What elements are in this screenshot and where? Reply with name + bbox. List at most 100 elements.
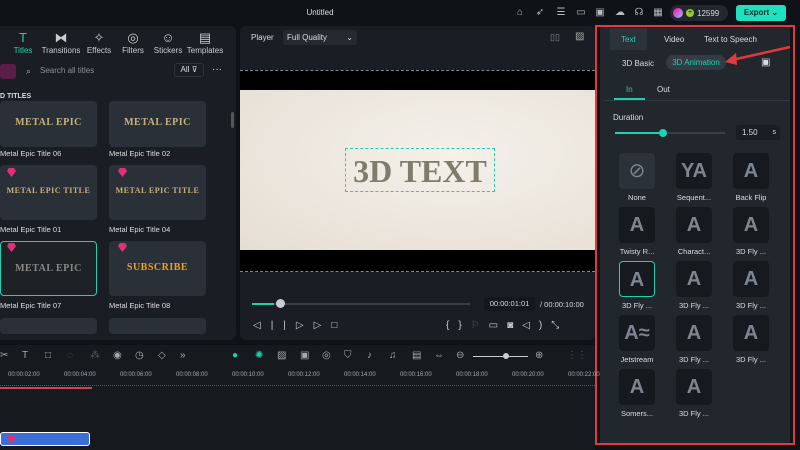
monitor-icon[interactable]: ▭ [575, 7, 587, 19]
fullscreen-icon[interactable]: ⤡ [551, 320, 568, 331]
audio-ai-icon[interactable]: ◉ [113, 350, 122, 361]
timeline: ✂ T □ ◌ ⁂ ◉ ◷ ◇ » ● ✺ ▨ ▣ ◎ ⛉ ♪ ♫ ▤ ⇔ ⊖ … [0, 345, 600, 450]
sticker-icon[interactable]: ▨ [277, 350, 286, 361]
ruler-label: 00:00:02:00 [8, 372, 40, 378]
cloud-icon[interactable]: ☁ [614, 7, 626, 19]
player-label: Player [251, 33, 274, 42]
tab-titles[interactable]: T Titles [3, 30, 43, 55]
total-time: / 00:00:10:00 [540, 300, 584, 309]
stop-icon[interactable]: □ [331, 320, 347, 331]
export-button[interactable]: Export ⌄ [736, 5, 786, 21]
ruler-label: 00:00:20:00 [512, 372, 544, 378]
display-icon[interactable]: ▭ [489, 320, 507, 331]
stickers-icon: ☺ [161, 30, 175, 45]
ruler-label: 00:00:12:00 [288, 372, 320, 378]
shield-icon[interactable]: ⛉ [344, 350, 352, 361]
tab-label: Transitions [41, 46, 81, 55]
ruler-label: 00:00:06:00 [120, 372, 152, 378]
snapshot-icon[interactable]: ◙ [507, 320, 522, 331]
scrollbar[interactable] [231, 112, 234, 128]
title-label: Metal Epic Title 01 [0, 225, 62, 234]
filter-dropdown[interactable]: All ⊽ [174, 63, 204, 77]
highlight-box [595, 25, 795, 445]
transitions-icon: ⧓ [54, 30, 68, 45]
playback-controls: ◁||▷▷□ [253, 320, 347, 331]
audio-mix-icon[interactable]: ♫ [389, 350, 397, 361]
marker-icon[interactable]: ⚐ [471, 320, 489, 331]
tab-filters[interactable]: ◎ Filters [113, 30, 153, 55]
title-thumbnail-selected[interactable]: METAL EPIC [0, 241, 97, 296]
tab-transitions[interactable]: ⧓ Transitions [41, 30, 81, 55]
ruler-label: 00:00:08:00 [176, 372, 208, 378]
tab-stickers[interactable]: ☺ Stickers [148, 30, 188, 55]
quality-dropdown[interactable]: Full Quality ⌄ [283, 30, 357, 45]
split-icon[interactable]: ✂ [0, 350, 8, 361]
tab-label: Templates [186, 46, 224, 55]
title-thumbnail[interactable]: METAL EPIC [109, 101, 206, 147]
filter-label: All [180, 65, 190, 74]
pip-icon[interactable]: ▤ [412, 350, 421, 361]
mark-out-icon[interactable]: } [458, 320, 470, 331]
tab-label: Stickers [153, 46, 183, 55]
ruler-label: 00:00:18:00 [456, 372, 488, 378]
plus-icon: + [686, 9, 694, 17]
titles-icon: T [19, 30, 27, 45]
avatar[interactable] [673, 8, 683, 18]
compare-icon[interactable]: ▯▯ [550, 32, 560, 43]
ai-title-button[interactable] [0, 64, 16, 79]
layout-icon[interactable]: ⋮⋮ [567, 350, 587, 361]
replace-icon[interactable]: ▣ [300, 350, 309, 361]
ruler-label: 00:00:14:00 [344, 372, 376, 378]
grid-icon[interactable]: ▦ [652, 7, 664, 19]
rocket-icon[interactable]: ➶ [534, 7, 546, 19]
ruler-label: 00:00:10:00 [232, 372, 264, 378]
mark-in-icon[interactable]: { [446, 320, 458, 331]
ruler-label: 00:00:04:00 [64, 372, 96, 378]
scope-icon[interactable]: ▨ [575, 31, 584, 42]
zoom-slider[interactable] [473, 356, 528, 357]
mask-icon[interactable]: ◌ [67, 350, 73, 361]
current-time[interactable]: 00:00:01:01 [484, 297, 535, 311]
zoom-slider-handle[interactable] [503, 353, 509, 359]
section-heading: D TITLES [0, 93, 32, 100]
keyframe-icon[interactable]: ◇ [158, 350, 166, 361]
crop-icon[interactable]: □ [45, 350, 51, 361]
more-icon[interactable]: ··· [212, 64, 222, 75]
gift-icon[interactable]: ⌂ [514, 7, 526, 19]
speed-icon[interactable]: ◷ [135, 350, 144, 361]
thumb-text: METAL EPIC [15, 117, 82, 128]
fit-icon[interactable]: ⇔ [434, 350, 444, 361]
headset-icon[interactable]: ☊ [633, 7, 645, 19]
zoom-out-icon[interactable]: ⊖ [456, 350, 464, 361]
title-clip[interactable] [0, 432, 90, 446]
color-icon[interactable]: ⁂ [90, 350, 100, 361]
title-thumbnail[interactable] [109, 318, 206, 334]
playhead-handle[interactable] [275, 299, 285, 308]
save-icon[interactable]: ▣ [594, 7, 606, 19]
tasks-icon[interactable]: ☰ [555, 7, 567, 19]
title-label: Metal Epic Title 06 [0, 149, 62, 158]
mic-icon[interactable]: ♪ [367, 350, 372, 361]
credits-badge[interactable]: +12599 [670, 5, 728, 21]
more-tools-icon[interactable]: » [180, 350, 186, 361]
search-input[interactable]: Search all titles [40, 66, 94, 75]
title-thumbnail[interactable]: METAL EPIC [0, 101, 97, 147]
tab-templates[interactable]: ▤ Templates [185, 30, 225, 55]
premium-icon [7, 435, 16, 444]
zoom-in-icon[interactable]: ⊕ [535, 350, 543, 361]
ai-assistant-icon[interactable]: ● [232, 350, 238, 361]
title-thumbnail[interactable] [0, 318, 97, 334]
render-icon[interactable]: ◎ [322, 350, 331, 361]
volume-icon[interactable]: ◁) [522, 320, 551, 331]
prev-frame-icon[interactable]: ◁| [253, 320, 283, 331]
snap-icon[interactable]: ✺ [255, 350, 263, 361]
next-frame-icon[interactable]: |▷ [283, 320, 313, 331]
top-bar: Untitled ⌂ ➶ ☰ ▭ ▣ ☁ ☊ ▦ +12599 Export ⌄ [0, 0, 800, 26]
title-thumbnail[interactable]: METAL EPIC TITLE [0, 165, 97, 220]
search-icon: ⌕ [26, 66, 32, 76]
title-label: Metal Epic Title 04 [109, 225, 171, 234]
play-icon[interactable]: ▷ [314, 320, 332, 331]
text-icon[interactable]: T [22, 350, 28, 361]
title-label: Metal Epic Title 08 [109, 301, 171, 310]
preview-text-box[interactable]: 3D TEXT [345, 148, 495, 192]
